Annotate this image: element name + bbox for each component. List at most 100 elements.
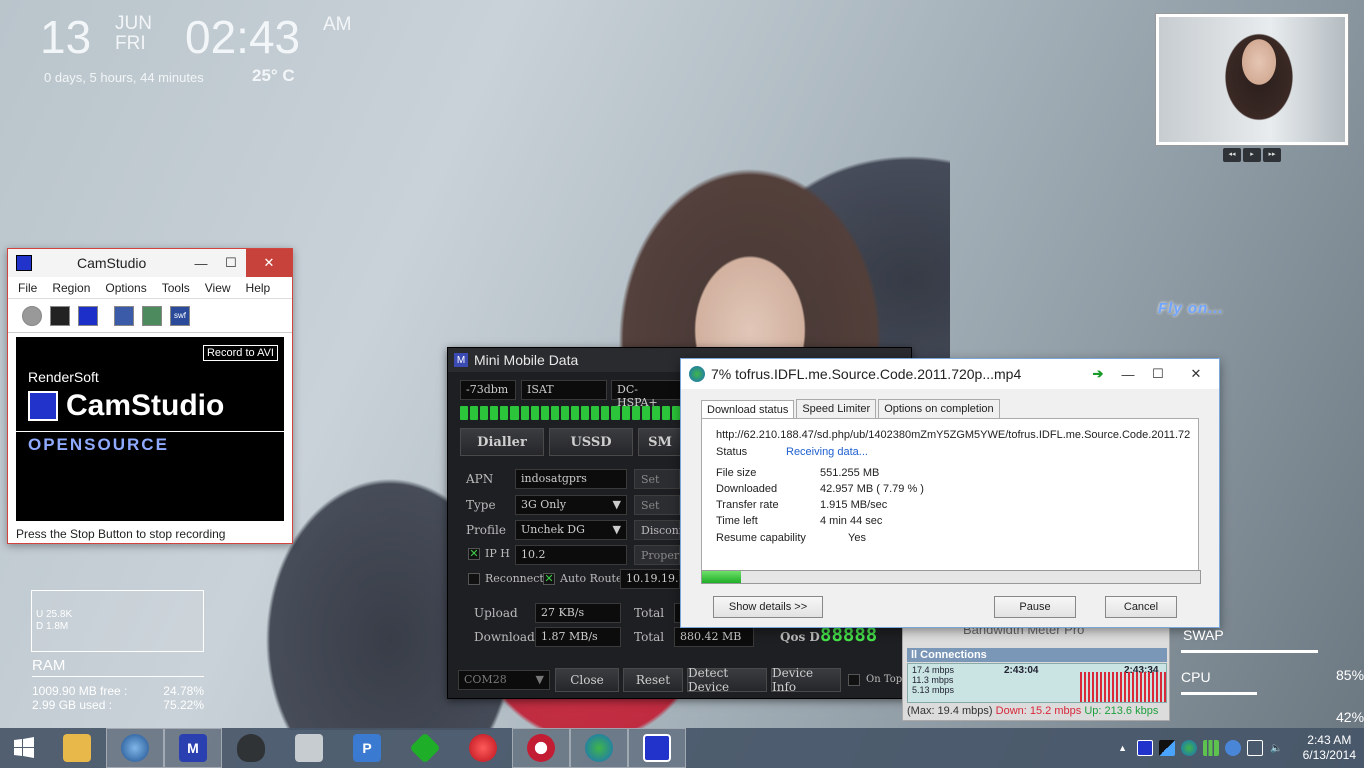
- tab-options-on-completion[interactable]: Options on completion: [878, 399, 1000, 418]
- pause-icon[interactable]: [50, 305, 70, 326]
- detect-device-button[interactable]: Detect Device: [687, 666, 767, 694]
- type-set-button[interactable]: Set: [634, 495, 680, 515]
- network-download-text: D 1.8M: [36, 621, 69, 632]
- bandwidth-footer: (Max: 19.4 mbps) Down: 15.2 mbps Up: 213…: [907, 705, 1158, 717]
- taskbar-app-f[interactable]: [396, 728, 454, 768]
- camstudio-titlebar[interactable]: CamStudio — ☐ ✕: [8, 249, 292, 277]
- tab-download-status[interactable]: Download status: [701, 400, 795, 419]
- iph-checkbox[interactable]: ✕: [468, 548, 480, 560]
- taskbar-apple[interactable]: [454, 728, 512, 768]
- chevron-down-icon: ▼: [535, 673, 544, 686]
- annotation-icon[interactable]: [142, 305, 162, 326]
- menu-region[interactable]: Region: [52, 281, 90, 295]
- maximize-button[interactable]: ☐: [216, 249, 246, 277]
- photo-next-button[interactable]: ▸▸: [1263, 148, 1281, 162]
- ip-field: 10.19.19.19: [620, 569, 692, 589]
- reconnect-label: Reconnect: [485, 572, 544, 585]
- auto-route-checkbox[interactable]: ✕: [543, 573, 555, 585]
- start-button[interactable]: [0, 728, 48, 768]
- taskbar-shield[interactable]: [222, 728, 280, 768]
- close-button[interactable]: ✕: [1173, 359, 1219, 389]
- network-icon[interactable]: [1224, 740, 1241, 756]
- menu-help[interactable]: Help: [246, 281, 271, 295]
- bandwidth-connections: ll Connections: [907, 648, 1167, 662]
- volume-icon[interactable]: 🔈: [1269, 740, 1285, 756]
- menu-tools[interactable]: Tools: [162, 281, 190, 295]
- on-top-checkbox[interactable]: [848, 674, 860, 686]
- dialler-button[interactable]: Dialler: [460, 428, 544, 456]
- ussd-button[interactable]: USSD: [549, 428, 633, 456]
- menu-file[interactable]: File: [18, 281, 37, 295]
- system-tray: ▲ 🔈 2:43 AM 6/13/2014: [1115, 728, 1364, 768]
- cpu-bar: [1181, 692, 1258, 695]
- taskbar-network-tool[interactable]: [280, 728, 338, 768]
- mmd-reset-button[interactable]: Reset: [623, 668, 683, 692]
- menu-options[interactable]: Options: [105, 281, 146, 295]
- swf-icon[interactable]: swf: [170, 305, 190, 326]
- clock-month-text: JUN: [115, 13, 152, 34]
- idm-status-panel: http://62.210.188.47/sd.php/ub/1402380mZ…: [701, 418, 1199, 582]
- clock-uptime: 0 days, 5 hours, 44 minutes: [44, 70, 204, 85]
- idm-titlebar[interactable]: 7% tofrus.IDFL.me.Source.Code.2011.720p.…: [681, 359, 1219, 389]
- pause-button[interactable]: Pause: [994, 596, 1076, 618]
- device-info-button[interactable]: Device Info: [771, 666, 841, 694]
- taskbar-camstudio[interactable]: [628, 728, 686, 768]
- camstudio-status: Press the Stop Button to stop recording: [16, 527, 226, 541]
- region-icon[interactable]: [114, 305, 134, 326]
- photo-play-button[interactable]: ▸: [1243, 148, 1261, 162]
- total-down-field: 880.42 MB: [674, 627, 754, 647]
- auto-route-label: Auto Route: [560, 572, 623, 585]
- swap-bar-track: [1181, 650, 1333, 653]
- network-field: DC-HSPA+: [611, 380, 681, 409]
- apn-field[interactable]: indosatgprs: [515, 469, 627, 489]
- idm-download-window: 7% tofrus.IDFL.me.Source.Code.2011.720p.…: [680, 358, 1220, 628]
- tray-clock[interactable]: 2:43 AM 6/13/2014: [1303, 733, 1356, 763]
- download-progress-fill: [702, 571, 741, 583]
- camstudio-preview: Record to AVI RenderSoft CamStudio OPENS…: [16, 337, 284, 521]
- arrow-right-icon[interactable]: ➔: [1083, 359, 1113, 389]
- port-value: COM28: [464, 673, 507, 686]
- monitor-icon[interactable]: [1246, 740, 1263, 756]
- taskbar-app-p[interactable]: P: [338, 728, 396, 768]
- bandwidth-up: Up: 213.6 kbps: [1084, 705, 1159, 717]
- chevron-up-icon[interactable]: ▲: [1115, 740, 1131, 756]
- signal-icon[interactable]: [1202, 740, 1219, 756]
- camstudio-tray-icon[interactable]: [1136, 740, 1153, 756]
- status-value: Receiving data...: [786, 446, 868, 458]
- reconnect-checkbox[interactable]: [468, 573, 480, 585]
- taskbar-idm[interactable]: [570, 728, 628, 768]
- port-select[interactable]: COM28 ▼: [458, 670, 550, 690]
- taskbar-mini-mobile-data[interactable]: M: [164, 728, 222, 768]
- apn-set-button[interactable]: Set: [634, 469, 680, 489]
- record-icon[interactable]: [22, 305, 42, 326]
- tab-speed-limiter[interactable]: Speed Limiter: [796, 399, 877, 418]
- mmd-close-button[interactable]: Close: [555, 668, 619, 692]
- iph-field[interactable]: 10.2: [515, 545, 627, 565]
- close-button[interactable]: ✕: [246, 249, 292, 277]
- on-top-label: On Top: [866, 674, 903, 685]
- minimize-button[interactable]: —: [186, 249, 216, 277]
- cancel-button[interactable]: Cancel: [1105, 596, 1177, 618]
- type-select[interactable]: 3G Only ▼: [515, 495, 627, 515]
- disconnect-button[interactable]: Disconn: [634, 520, 686, 540]
- minimize-button[interactable]: —: [1113, 359, 1143, 389]
- profile-select[interactable]: Unchek DG ▼: [515, 520, 627, 540]
- photo-widget[interactable]: [1155, 13, 1349, 146]
- sms-button[interactable]: SM: [638, 428, 682, 456]
- maximize-button[interactable]: ☐: [1143, 359, 1173, 389]
- transfer-rate-label: Transfer rate: [716, 499, 779, 511]
- bandwidth-bars: [1080, 672, 1166, 702]
- show-details-button[interactable]: Show details >>: [713, 596, 823, 618]
- clock-ampm: AM: [323, 14, 352, 35]
- taskbar-explorer[interactable]: [48, 728, 106, 768]
- photo-prev-button[interactable]: ◂◂: [1223, 148, 1241, 162]
- idm-tray-icon[interactable]: [1180, 740, 1197, 756]
- bandwidth-y-label: 5.13 mbps: [912, 685, 955, 695]
- stop-icon[interactable]: [78, 305, 98, 326]
- properties-button[interactable]: Proper: [634, 545, 680, 565]
- file-size-label: File size: [716, 467, 757, 479]
- menu-view[interactable]: View: [205, 281, 231, 295]
- taskbar-recorder[interactable]: [512, 728, 570, 768]
- taskbar-browser[interactable]: [106, 728, 164, 768]
- display-icon[interactable]: [1158, 740, 1175, 756]
